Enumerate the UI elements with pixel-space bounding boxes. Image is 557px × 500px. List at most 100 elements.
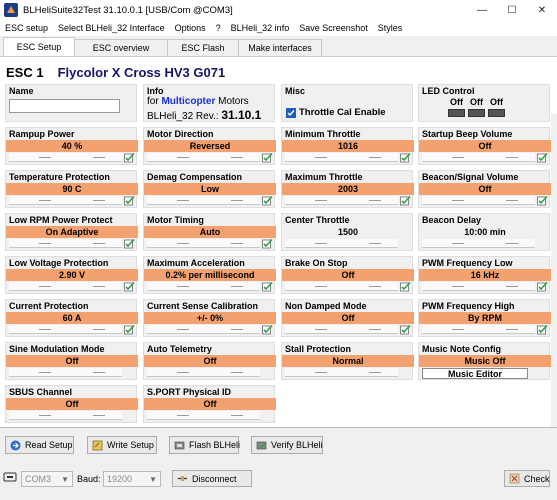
apply-check-icon[interactable] (262, 324, 273, 335)
param-slider[interactable] (285, 368, 398, 377)
param-slider[interactable] (147, 196, 260, 205)
menu-select-interface[interactable]: Select BLHeli_32 Interface (53, 23, 170, 33)
apply-check-icon[interactable] (124, 281, 135, 292)
param-value-field[interactable]: Off (419, 140, 551, 152)
apply-check-icon[interactable] (400, 195, 411, 206)
write-setup-button[interactable]: Write Setup (87, 436, 157, 454)
apply-check-icon[interactable] (400, 324, 411, 335)
param-value-field[interactable]: Auto (144, 226, 276, 238)
param-slider[interactable] (9, 282, 122, 291)
param-slider[interactable] (9, 196, 122, 205)
param-value-field[interactable]: Music Off (419, 355, 551, 367)
led-3-switch[interactable] (488, 109, 505, 117)
port-value: COM3 (25, 474, 52, 484)
tab-esc-flash[interactable]: ESC Flash (167, 39, 239, 56)
music-editor-button[interactable]: Music Editor (422, 368, 528, 379)
param-value-field[interactable]: Normal (282, 355, 414, 367)
apply-check-icon[interactable] (262, 152, 273, 163)
param-box-pwm-high: PWM Frequency High By RPM (418, 299, 551, 337)
name-input[interactable] (9, 99, 120, 113)
param-slider[interactable] (285, 325, 398, 334)
param-slider[interactable] (285, 239, 398, 248)
param-value-field[interactable]: 16 kHz (419, 269, 551, 281)
param-value-field[interactable]: 2.90 V (6, 269, 138, 281)
param-slider[interactable] (9, 325, 122, 334)
apply-check-icon[interactable] (124, 152, 135, 163)
param-value-field[interactable]: 40 % (6, 140, 138, 152)
param-value-field[interactable]: Off (282, 312, 414, 324)
menu-help[interactable]: ? (211, 23, 226, 33)
check-button[interactable]: Check (504, 470, 550, 487)
param-slider[interactable] (147, 239, 260, 248)
apply-check-icon[interactable] (400, 152, 411, 163)
param-slider[interactable] (9, 368, 122, 377)
apply-check-icon[interactable] (262, 195, 273, 206)
led-2-switch[interactable] (468, 109, 485, 117)
param-slider[interactable] (285, 153, 398, 162)
param-slider[interactable] (147, 411, 260, 420)
menu-blheli-info[interactable]: BLHeli_32 info (226, 23, 295, 33)
read-setup-button[interactable]: Read Setup (5, 436, 74, 454)
close-button[interactable]: ✕ (527, 0, 557, 20)
param-value-field[interactable]: By RPM (419, 312, 551, 324)
param-value-field[interactable]: Low (144, 183, 276, 195)
param-value-field[interactable]: 90 C (6, 183, 138, 195)
baud-select[interactable]: 19200 ▼ (103, 471, 161, 487)
param-slider[interactable] (422, 196, 535, 205)
param-slider[interactable] (147, 368, 260, 377)
param-value-field[interactable]: 60 A (6, 312, 138, 324)
param-slider[interactable] (285, 282, 398, 291)
param-value-field[interactable]: Off (419, 183, 551, 195)
flash-blheli-button[interactable]: Flash BLHeli (169, 436, 240, 454)
menu-save-screenshot[interactable]: Save Screenshot (294, 23, 373, 33)
apply-check-icon[interactable] (124, 238, 135, 249)
param-value-field[interactable]: Off (6, 355, 138, 367)
verify-blheli-button[interactable]: Verify BLHeli (251, 436, 323, 454)
throttle-cal-checkbox[interactable] (286, 108, 296, 118)
param-slider[interactable] (422, 153, 535, 162)
scrollbar[interactable] (551, 114, 557, 484)
apply-check-icon[interactable] (400, 281, 411, 292)
param-value-field[interactable]: 1016 (282, 140, 414, 152)
param-value-field[interactable]: 10:00 min (419, 226, 551, 238)
port-select[interactable]: COM3 ▼ (21, 471, 73, 487)
apply-check-icon[interactable] (537, 195, 548, 206)
param-slider[interactable] (422, 282, 535, 291)
param-value-field[interactable]: Off (6, 398, 138, 410)
minimize-button[interactable]: — (467, 0, 497, 20)
param-slider[interactable] (147, 153, 260, 162)
param-slider[interactable] (9, 239, 122, 248)
apply-check-icon[interactable] (262, 281, 273, 292)
param-slider[interactable] (422, 239, 535, 248)
param-value-field[interactable]: 2003 (282, 183, 414, 195)
apply-check-icon[interactable] (124, 195, 135, 206)
param-value-field[interactable]: +/- 0% (144, 312, 276, 324)
apply-check-icon[interactable] (262, 238, 273, 249)
param-slider[interactable] (9, 153, 122, 162)
param-value-field[interactable]: 1500 (282, 226, 414, 238)
disconnect-button[interactable]: Disconnect (172, 470, 252, 487)
param-slider[interactable] (285, 196, 398, 205)
maximize-button[interactable]: ☐ (497, 0, 527, 20)
tab-esc-overview[interactable]: ESC overview (74, 39, 168, 56)
param-value-field[interactable]: Reversed (144, 140, 276, 152)
tab-esc-setup[interactable]: ESC Setup (3, 37, 75, 56)
apply-check-icon[interactable] (124, 324, 135, 335)
param-slider[interactable] (422, 325, 535, 334)
param-value-field[interactable]: Off (144, 355, 276, 367)
menu-options[interactable]: Options (170, 23, 211, 33)
param-slider[interactable] (9, 411, 122, 420)
led-1-switch[interactable] (448, 109, 465, 117)
apply-check-icon[interactable] (537, 152, 548, 163)
menu-esc-setup[interactable]: ESC setup (0, 23, 53, 33)
param-slider[interactable] (147, 282, 260, 291)
param-value-field[interactable]: 0.2% per millisecond (144, 269, 276, 281)
param-value-field[interactable]: On Adaptive (6, 226, 138, 238)
tab-make-interfaces[interactable]: Make interfaces (238, 39, 322, 56)
param-value-field[interactable]: Off (144, 398, 276, 410)
param-value-field[interactable]: Off (282, 269, 414, 281)
param-slider[interactable] (147, 325, 260, 334)
menu-styles[interactable]: Styles (373, 23, 408, 33)
apply-check-icon[interactable] (537, 324, 548, 335)
apply-check-icon[interactable] (537, 281, 548, 292)
